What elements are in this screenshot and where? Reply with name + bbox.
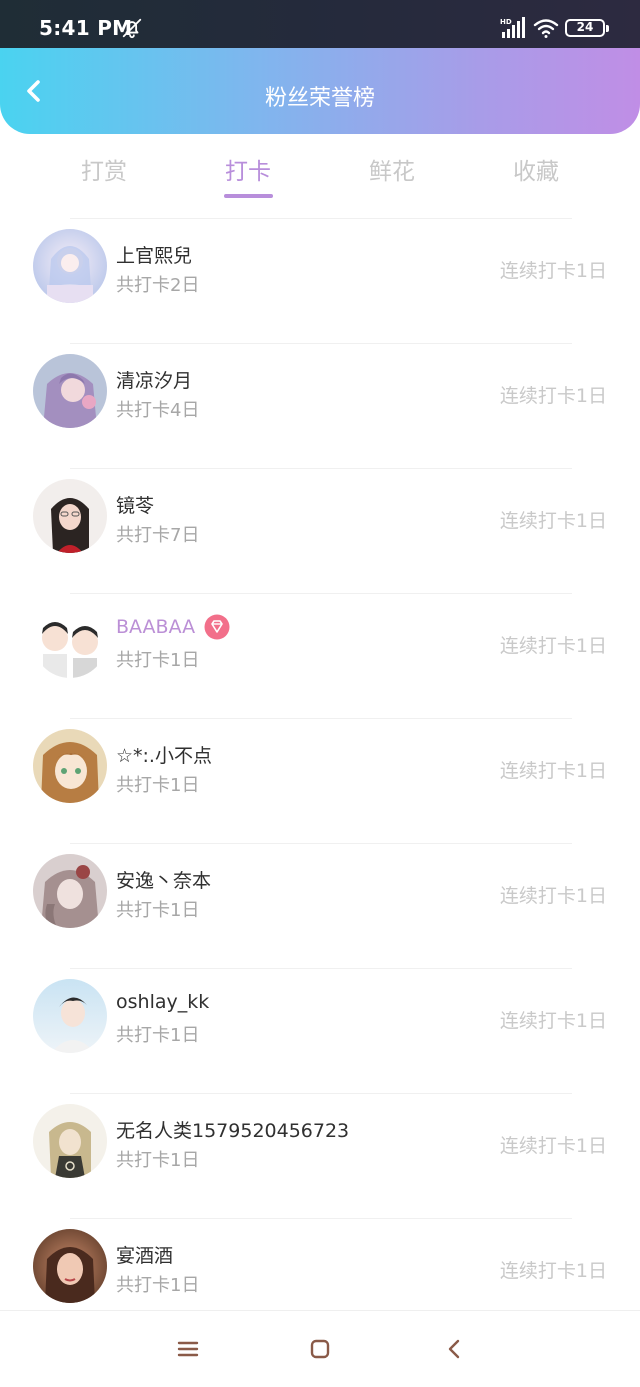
checkin-total: 共打卡1日 [116,775,200,796]
user-name: 宴酒酒 [116,1245,174,1267]
user-name: 镜苓 [116,495,155,517]
divider [70,1093,572,1094]
status-bar: 5:41 PM HD 24 [0,0,640,48]
checkin-streak: 连续打卡1日 [499,1135,607,1157]
page-title: 粉丝荣誉榜 [264,86,375,111]
avatar[interactable] [33,479,107,553]
active-tab-indicator [224,194,273,198]
user-name: 清凉汐月 [116,370,193,392]
checkin-streak: 连续打卡1日 [499,1260,607,1282]
divider [70,968,572,969]
checkin-total: 共打卡2日 [116,275,200,296]
list-item[interactable]: BAABAA 共打卡1日 连续打卡1日 [0,585,640,710]
tab-checkin[interactable]: 打卡 [188,152,308,186]
divider [70,718,572,719]
diamond-badge-icon [204,614,230,640]
list-item[interactable]: 清凉汐月 共打卡4日 连续打卡1日 [0,335,640,460]
wifi-icon [533,19,559,38]
checkin-total: 共打卡1日 [116,1275,200,1296]
divider [70,218,572,219]
avatar[interactable] [33,979,107,1053]
avatar[interactable] [33,1229,107,1303]
status-time: 5:41 PM [39,16,133,40]
checkin-total: 共打卡7日 [116,525,200,546]
checkin-total: 共打卡1日 [116,900,200,921]
tab-bar: 打赏 打卡 鲜花 收藏 [0,134,640,210]
battery-level: 24 [576,20,594,34]
list-item[interactable]: ☆*:.小不点 共打卡1日 连续打卡1日 [0,710,640,835]
checkin-total: 共打卡1日 [116,1150,200,1171]
checkin-streak: 连续打卡1日 [499,1010,607,1032]
avatar[interactable] [33,229,107,303]
checkin-streak: 连续打卡1日 [499,635,607,657]
divider [70,468,572,469]
signal-icon: HD [500,17,525,38]
user-name: 无名人类1579520456723 [116,1120,350,1142]
list-item[interactable]: 无名人类1579520456723 共打卡1日 连续打卡1日 [0,1085,640,1210]
checkin-streak: 连续打卡1日 [499,885,607,907]
avatar[interactable] [33,354,107,428]
user-name: oshlay_kk [116,991,210,1013]
system-nav-bar [0,1310,640,1387]
checkin-streak: 连续打卡1日 [499,760,607,782]
back-nav-icon[interactable] [441,1335,469,1363]
tab-favorites[interactable]: 收藏 [476,152,596,186]
avatar[interactable] [33,854,107,928]
checkin-streak: 连续打卡1日 [499,385,607,407]
checkin-total: 共打卡1日 [116,1025,200,1046]
checkin-streak: 连续打卡1日 [499,260,607,282]
tab-flowers[interactable]: 鲜花 [332,152,452,186]
bell-off-icon [122,18,142,39]
user-name: ☆*:.小不点 [116,745,212,767]
avatar[interactable] [33,604,107,678]
checkin-total: 共打卡1日 [116,650,200,671]
svg-text:HD: HD [500,18,512,26]
menu-icon[interactable] [174,1335,202,1363]
user-name: 上官熙兒 [116,245,193,267]
list-item[interactable]: 镜苓 共打卡7日 连续打卡1日 [0,460,640,585]
avatar[interactable] [33,729,107,803]
avatar[interactable] [33,1104,107,1178]
list-item[interactable]: 上官熙兒 共打卡2日 连续打卡1日 [0,210,640,335]
divider [70,1218,572,1219]
checkin-streak: 连续打卡1日 [499,510,607,532]
user-name: BAABAA [116,616,196,638]
divider [70,343,572,344]
checkin-total: 共打卡4日 [116,400,200,421]
divider [70,843,572,844]
divider [70,593,572,594]
list-item[interactable]: 安逸丶奈本 共打卡1日 连续打卡1日 [0,835,640,960]
list-item[interactable]: oshlay_kk 共打卡1日 连续打卡1日 [0,960,640,1085]
battery-icon: 24 [565,19,609,37]
user-name: 安逸丶奈本 [116,870,212,892]
home-icon[interactable] [306,1335,334,1363]
tab-tips[interactable]: 打赏 [44,152,164,186]
header-bar: 粉丝荣誉榜 [0,48,640,134]
